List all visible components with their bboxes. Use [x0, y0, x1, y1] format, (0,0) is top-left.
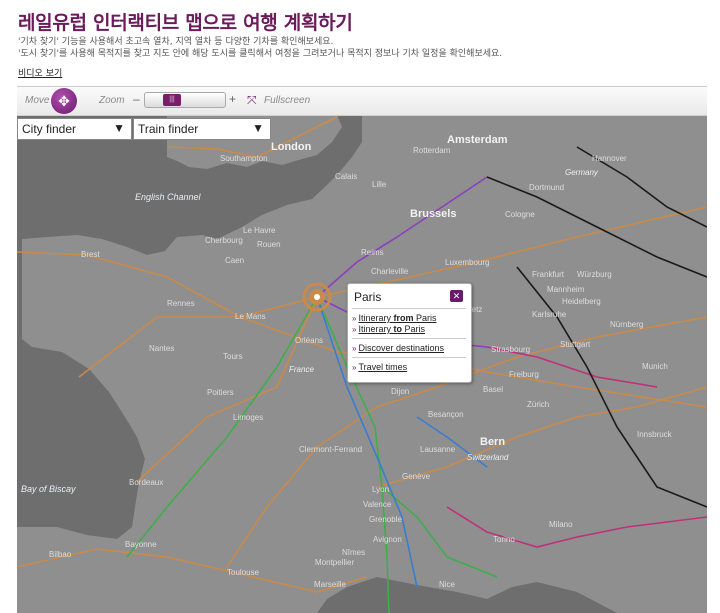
divider	[352, 308, 466, 309]
city-label-toulouse[interactable]: Toulouse	[227, 568, 260, 577]
country-label-france: France	[289, 365, 314, 374]
sea-label-english-channel: English Channel	[135, 192, 202, 202]
city-label-frankfurt[interactable]: Frankfurt	[532, 270, 565, 279]
zoom-slider[interactable]: |||	[144, 92, 226, 108]
city-label-montpellier[interactable]: Montpellier	[315, 558, 354, 567]
arrow-right-icon: »	[352, 344, 357, 353]
city-label-orleans[interactable]: Orléans	[295, 336, 323, 345]
city-info-popup: Paris ✕ » Itinerary from Paris » Itinerary…	[347, 283, 472, 383]
city-label-le-mans[interactable]: Le Mans	[235, 312, 266, 321]
city-label-rennes[interactable]: Rennes	[167, 299, 195, 308]
city-label-brest[interactable]: Brest	[81, 250, 100, 259]
itinerary-from-link[interactable]: » Itinerary from Paris	[352, 313, 436, 323]
travel-times-link[interactable]: » Travel times	[352, 362, 407, 372]
zoom-out-button[interactable]: –	[133, 92, 140, 106]
city-label-clermont[interactable]: Clermont-Ferrand	[299, 445, 362, 454]
city-label-freiburg[interactable]: Freiburg	[509, 370, 539, 379]
city-label-cherbourg[interactable]: Cherbourg	[205, 236, 243, 245]
city-label-heidelberg[interactable]: Heidelberg	[562, 297, 601, 306]
city-label-dijon[interactable]: Dijon	[391, 387, 409, 396]
city-label-besancon[interactable]: Besançon	[428, 410, 464, 419]
page-title: 레일유럽 인터랙티브 맵으로 여행 계획하기	[18, 12, 353, 34]
city-label-limoges[interactable]: Limoges	[233, 413, 263, 422]
arrow-right-icon: »	[352, 325, 357, 334]
city-label-geneve[interactable]: Genève	[402, 472, 431, 481]
fullscreen-icon[interactable]: ⤧	[247, 93, 257, 108]
city-label-strasbourg[interactable]: Strasbourg	[491, 345, 530, 354]
city-label-southampton[interactable]: Southampton	[220, 154, 268, 163]
city-label-innsbruck[interactable]: Innsbruck	[637, 430, 673, 439]
interactive-map[interactable]: London Amsterdam Brussels Bern English C…	[17, 86, 707, 613]
city-label-brussels[interactable]: Brussels	[410, 208, 456, 220]
city-label-rotterdam[interactable]: Rotterdam	[413, 146, 451, 155]
video-link[interactable]: 비디오 보기	[18, 66, 62, 79]
city-label-nice[interactable]: Nice	[439, 580, 456, 589]
divider	[352, 338, 466, 339]
move-label: Move	[25, 95, 50, 106]
city-label-zurich[interactable]: Zürich	[527, 400, 549, 409]
sea-label-bay-of-biscay: Bay of Biscay	[21, 484, 76, 494]
city-label-bayonne[interactable]: Bayonne	[125, 540, 157, 549]
city-label-munich[interactable]: Munich	[642, 362, 668, 371]
zoom-in-button[interactable]: +	[229, 92, 236, 106]
city-label-london[interactable]: London	[271, 141, 312, 153]
city-label-nuremberg[interactable]: Nürnberg	[610, 320, 643, 329]
train-finder-dropdown[interactable]: Train finder ▼	[133, 118, 271, 140]
city-label-mannheim[interactable]: Mannheim	[547, 285, 585, 294]
city-label-lille[interactable]: Lille	[372, 180, 387, 189]
close-icon[interactable]: ✕	[450, 290, 463, 302]
arrow-right-icon: »	[352, 363, 357, 372]
city-label-dortmund[interactable]: Dortmund	[529, 183, 564, 192]
city-label-grenoble[interactable]: Grenoble	[369, 515, 402, 524]
city-label-lausanne[interactable]: Lausanne	[420, 445, 456, 454]
city-label-karlsruhe[interactable]: Karlsruhe	[532, 310, 567, 319]
city-label-stuttgart[interactable]: Stuttgart	[560, 340, 591, 349]
city-label-nantes[interactable]: Nantes	[149, 344, 174, 353]
country-label-germany: Germany	[565, 168, 599, 177]
city-label-nimes[interactable]: Nîmes	[342, 548, 365, 557]
city-label-basel[interactable]: Basel	[483, 385, 503, 394]
description-line-2: '도시 찾기'를 사용해 목적지를 찾고 지도 안에 해당 도시를 클릭해서 여…	[18, 49, 503, 59]
chevron-down-icon: ▼	[113, 121, 125, 135]
city-label-milano[interactable]: Milano	[549, 520, 573, 529]
country-label-switzerland: Switzerland	[467, 453, 509, 462]
zoom-label: Zoom	[99, 95, 125, 106]
city-label-torino[interactable]: Torino	[493, 535, 515, 544]
fullscreen-button[interactable]: Fullscreen	[264, 95, 310, 106]
train-finder-label: Train finder	[138, 122, 199, 136]
move-pan-icon[interactable]: ✥	[51, 88, 77, 114]
city-label-reims[interactable]: Reims	[361, 248, 384, 257]
city-label-tours[interactable]: Tours	[223, 352, 243, 361]
city-label-poitiers[interactable]: Poitiers	[207, 388, 234, 397]
city-label-charleville[interactable]: Charleville	[371, 267, 409, 276]
city-label-calais[interactable]: Calais	[335, 172, 357, 181]
city-label-valence[interactable]: Valence	[363, 500, 392, 509]
itinerary-to-link[interactable]: » Itinerary to Paris	[352, 324, 425, 334]
city-label-bilbao[interactable]: Bilbao	[49, 550, 72, 559]
city-label-marseille[interactable]: Marseille	[314, 580, 347, 589]
city-label-bern[interactable]: Bern	[480, 436, 505, 448]
city-label-le-havre[interactable]: Le Havre	[243, 226, 276, 235]
city-finder-label: City finder	[22, 122, 77, 136]
city-label-avignon[interactable]: Avignon	[373, 535, 402, 544]
arrow-right-icon: »	[352, 314, 357, 323]
popup-city-title: Paris	[354, 290, 382, 304]
city-label-lyon[interactable]: Lyon	[372, 485, 389, 494]
chevron-down-icon: ▼	[252, 121, 264, 135]
city-label-caen[interactable]: Caen	[225, 256, 244, 265]
city-label-wurzburg[interactable]: Würzburg	[577, 270, 612, 279]
map-toolbar: Move ✥ Zoom – ||| + ⤧ Fullscreen	[17, 87, 707, 116]
city-label-rouen[interactable]: Rouen	[257, 240, 281, 249]
zoom-slider-thumb[interactable]: |||	[163, 94, 181, 106]
discover-destinations-link[interactable]: » Discover destinations	[352, 343, 444, 353]
divider	[352, 357, 466, 358]
city-label-cologne[interactable]: Cologne	[505, 210, 535, 219]
city-label-bordeaux[interactable]: Bordeaux	[129, 478, 163, 487]
city-label-luxembourg[interactable]: Luxembourg	[445, 258, 489, 267]
city-label-amsterdam[interactable]: Amsterdam	[447, 134, 508, 146]
city-label-hannover[interactable]: Hannover	[592, 154, 627, 163]
city-finder-dropdown[interactable]: City finder ▼	[17, 118, 132, 140]
